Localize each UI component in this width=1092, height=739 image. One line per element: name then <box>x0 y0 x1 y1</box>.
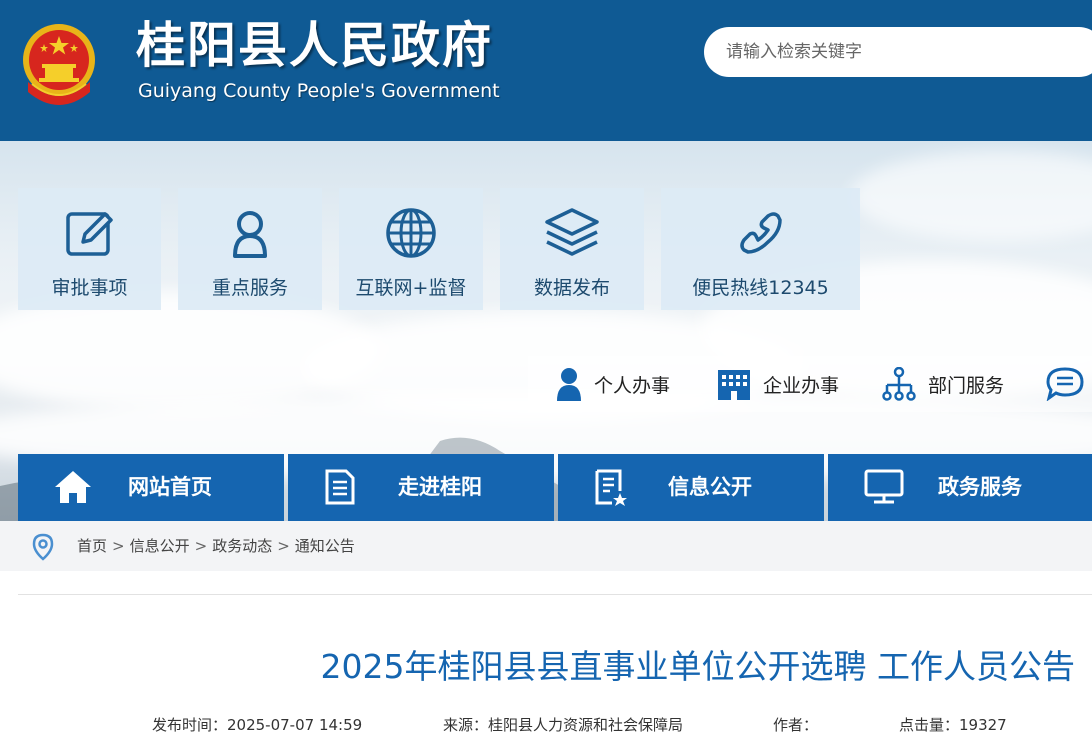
globe-icon <box>386 208 436 258</box>
tile-label: 重点服务 <box>211 277 288 299</box>
nav-government-services[interactable]: 政务服务 <box>828 454 1092 521</box>
location-pin-icon <box>32 533 54 561</box>
article-view-count: 点击量：19327 <box>899 716 1007 734</box>
quick-link-label: 部门服务 <box>928 374 1005 397</box>
article-source: 来源：桂阳县人力资源和社会保障局 <box>443 716 684 734</box>
layers-icon <box>545 208 599 256</box>
breadcrumb-item-notices[interactable]: 通知公告 <box>295 537 355 555</box>
article-author: 作者： <box>773 716 819 734</box>
org-chart-icon <box>882 367 916 401</box>
document-icon <box>325 469 355 505</box>
breadcrumb-separator: > <box>277 537 290 555</box>
home-icon <box>55 471 91 503</box>
nav-label: 网站首页 <box>128 475 212 499</box>
tile-label: 数据发布 <box>533 277 610 299</box>
breadcrumb-item-news[interactable]: 政务动态 <box>212 537 272 555</box>
search-input[interactable] <box>726 27 1086 77</box>
site-subtitle: Guiyang County People's Government <box>138 80 500 102</box>
breadcrumb-separator: > <box>194 537 208 555</box>
quick-link-enterprise[interactable]: 企业办事 <box>717 364 839 404</box>
tile-key-services[interactable]: 重点服务 <box>178 188 322 310</box>
breadcrumb-item-info[interactable]: 信息公开 <box>130 537 190 555</box>
nav-label: 政务服务 <box>938 475 1022 499</box>
user-icon <box>233 211 267 258</box>
quick-link-chat[interactable] <box>1046 364 1084 404</box>
site-title: 桂阳县人民政府 <box>136 17 494 74</box>
nav-label: 走进桂阳 <box>398 475 482 499</box>
breadcrumb-item-home[interactable]: 首页 <box>77 537 107 555</box>
tile-internet-supervision[interactable]: 互联网+监督 <box>339 188 483 310</box>
tile-label: 互联网+监督 <box>355 277 467 299</box>
info-doc-icon <box>595 469 627 506</box>
phone-icon <box>739 212 782 254</box>
tile-hotline-12345[interactable]: 便民热线12345 <box>661 188 860 310</box>
chat-icon <box>1046 367 1084 401</box>
person-icon <box>557 368 581 401</box>
article-title: 2025年桂阳县县直事业单位公开选聘 工作人员公告 <box>320 647 1075 686</box>
breadcrumb-separator: > <box>112 537 125 555</box>
monitor-icon <box>864 469 904 504</box>
tile-label: 审批事项 <box>51 277 128 299</box>
quick-link-personal[interactable]: 个人办事 <box>556 364 670 404</box>
nav-label: 信息公开 <box>668 475 752 499</box>
content-divider <box>18 594 1092 595</box>
tile-label: 便民热线12345 <box>692 277 829 299</box>
tile-approval-items[interactable]: 审批事项 <box>18 188 161 310</box>
nav-about-guiyang[interactable]: 走进桂阳 <box>288 454 554 521</box>
building-icon <box>718 370 750 400</box>
quick-link-label: 企业办事 <box>763 374 840 397</box>
quick-link-department[interactable]: 部门服务 <box>882 364 1004 404</box>
breadcrumb: 首页 > 信息公开 > 政务动态 > 通知公告 <box>77 521 355 571</box>
edit-icon <box>65 212 113 256</box>
nav-info-disclosure[interactable]: 信息公开 <box>558 454 824 521</box>
nav-home[interactable]: 网站首页 <box>18 454 284 521</box>
site-header: 桂阳县人民政府 Guiyang County People's Governme… <box>0 0 1092 141</box>
quick-link-label: 个人办事 <box>594 374 671 397</box>
article-publish-time: 发布时间：2025-07-07 14:59 <box>152 716 363 734</box>
national-emblem-icon <box>23 24 95 105</box>
tile-data-release[interactable]: 数据发布 <box>500 188 644 310</box>
search-box <box>704 27 1092 77</box>
